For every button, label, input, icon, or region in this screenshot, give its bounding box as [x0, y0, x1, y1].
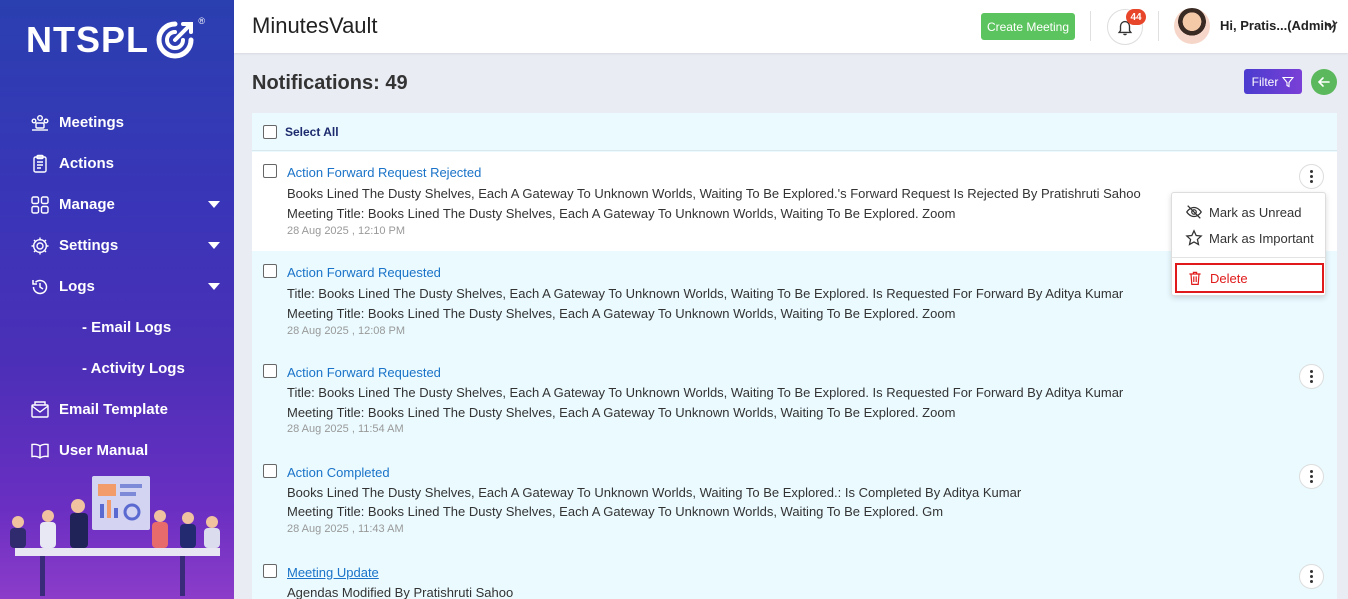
item-checkbox[interactable] — [263, 364, 277, 378]
select-all-checkbox[interactable] — [263, 124, 277, 139]
sidebar-item-label: Settings — [59, 237, 119, 254]
item-checkbox[interactable] — [263, 264, 277, 278]
menu-item-label: Mark as Important — [1209, 230, 1314, 246]
back-button[interactable] — [1311, 69, 1337, 95]
sidebar: NTSPL ® Meetings Actions Manage Settings… — [0, 0, 234, 599]
notification-message: Title: Books Lined The Dusty Shelves, Ea… — [287, 385, 1124, 400]
sidebar-item-activity-logs[interactable]: - Activity Logs — [0, 348, 234, 389]
chevron-down-icon[interactable] — [208, 283, 220, 290]
select-all-row: Select All — [252, 113, 1337, 151]
notification-context-menu: Mark as Unread Mark as Important Delete — [1171, 192, 1326, 296]
notification-title[interactable]: Action Completed — [287, 465, 390, 480]
more-vertical-icon — [1310, 470, 1313, 483]
clipboard-icon — [30, 154, 50, 174]
sidebar-item-label: Logs — [59, 278, 95, 295]
notification-timestamp: 28 Aug 2025 , 11:54 AM — [287, 423, 404, 435]
sidebar-item-manage[interactable]: Manage — [0, 184, 234, 225]
registered-mark: ® — [198, 16, 206, 26]
ntspl-logo[interactable]: NTSPL ® — [26, 16, 205, 62]
logo-text: NTSPL — [26, 19, 150, 60]
gear-icon — [30, 236, 50, 256]
notification-message: Title: Books Lined The Dusty Shelves, Ea… — [287, 286, 1124, 301]
notification-timestamp: 28 Aug 2025 , 11:43 AM — [287, 523, 404, 535]
chevron-down-icon[interactable] — [208, 201, 220, 208]
notification-title[interactable]: Action Forward Requested — [287, 365, 441, 380]
page-title: Notifications: 49 — [252, 72, 408, 94]
notification-title[interactable]: Action Forward Request Rejected — [287, 165, 481, 180]
filter-icon — [1282, 76, 1295, 87]
mark-unread-menu-item[interactable]: Mark as Unread — [1172, 199, 1325, 225]
more-options-button[interactable] — [1299, 164, 1324, 189]
sidebar-item-label: - Email Logs — [82, 319, 172, 336]
notification-meeting-title: Meeting Title: Books Lined The Dusty She… — [287, 206, 956, 221]
divider — [1158, 11, 1159, 41]
book-icon — [30, 441, 50, 461]
user-greeting[interactable]: Hi, Pratis...(Admin) — [1220, 18, 1336, 33]
menu-item-label: Delete — [1210, 270, 1248, 286]
divider — [1090, 11, 1091, 41]
notification-message: Books Lined The Dusty Shelves, Each A Ga… — [287, 485, 1022, 500]
notification-list: Select All Action Forward Request Reject… — [252, 113, 1337, 599]
notification-meeting-title: Meeting Title: Books Lined The Dusty She… — [287, 405, 956, 420]
list-item[interactable]: Meeting Update Agendas Modified By Prati… — [252, 552, 1337, 599]
list-item[interactable]: Action Forward Requested Title: Books Li… — [252, 352, 1337, 451]
item-checkbox[interactable] — [263, 464, 277, 478]
chevron-down-icon[interactable] — [1324, 20, 1338, 30]
filter-button[interactable]: Filter — [1244, 69, 1302, 94]
sidebar-item-email-logs[interactable]: - Email Logs — [0, 307, 234, 348]
sidebar-item-email-template[interactable]: Email Template — [0, 389, 234, 430]
trash-icon — [1185, 268, 1205, 288]
delete-menu-item[interactable]: Delete — [1175, 263, 1324, 293]
notification-meeting-title: Meeting Title: Books Lined The Dusty She… — [287, 306, 956, 321]
more-vertical-icon — [1310, 570, 1313, 583]
eye-off-icon — [1184, 202, 1204, 222]
item-checkbox[interactable] — [263, 564, 277, 578]
filter-label: Filter — [1251, 74, 1279, 89]
notification-count-badge: 44 — [1126, 9, 1146, 25]
notification-meeting-title: Meeting Title: Books Lined The Dusty She… — [287, 504, 944, 519]
sidebar-item-label: - Activity Logs — [82, 360, 185, 377]
top-bar: MinutesVault Create Meeting 44 Hi, Prati… — [234, 0, 1348, 53]
sidebar-item-label: Meetings — [59, 114, 125, 131]
more-options-button[interactable] — [1299, 564, 1324, 589]
create-meeting-button[interactable]: Create Meeting — [981, 13, 1075, 40]
sidebar-nav: Meetings Actions Manage Settings Logs - … — [0, 102, 234, 471]
select-all-label[interactable]: Select All — [285, 125, 339, 139]
logo-arrow-icon: ® — [153, 16, 205, 62]
app-title: MinutesVault — [252, 13, 378, 38]
notification-message: Agendas Modified By Pratishruti Sahoo — [287, 585, 514, 599]
chevron-down-icon[interactable] — [208, 242, 220, 249]
history-icon — [30, 277, 50, 297]
notification-timestamp: 28 Aug 2025 , 12:10 PM — [287, 225, 406, 237]
sidebar-item-actions[interactable]: Actions — [0, 143, 234, 184]
mark-important-menu-item[interactable]: Mark as Important — [1172, 225, 1325, 251]
mail-icon — [30, 400, 50, 420]
meeting-illustration — [10, 476, 220, 596]
arrow-left-icon — [1317, 77, 1330, 87]
menu-item-label: Mark as Unread — [1209, 204, 1302, 220]
more-options-button[interactable] — [1299, 464, 1324, 489]
menu-divider — [1172, 257, 1325, 258]
notification-title[interactable]: Action Forward Requested — [287, 265, 441, 280]
sidebar-item-label: Actions — [59, 155, 115, 172]
more-options-button[interactable] — [1299, 364, 1324, 389]
sidebar-item-user-manual[interactable]: User Manual — [0, 430, 234, 471]
list-item[interactable]: Action Completed Books Lined The Dusty S… — [252, 452, 1337, 551]
sidebar-item-label: Manage — [59, 196, 115, 213]
sidebar-item-label: Email Template — [59, 401, 168, 418]
sidebar-item-logs[interactable]: Logs — [0, 266, 234, 307]
notification-timestamp: 28 Aug 2025 , 12:08 PM — [287, 325, 406, 337]
more-vertical-icon — [1310, 370, 1313, 383]
meetings-icon — [30, 113, 50, 133]
sidebar-item-label: User Manual — [59, 442, 149, 459]
notification-message: Books Lined The Dusty Shelves, Each A Ga… — [287, 186, 1141, 201]
sidebar-item-settings[interactable]: Settings — [0, 225, 234, 266]
more-vertical-icon — [1310, 170, 1313, 183]
sidebar-item-meetings[interactable]: Meetings — [0, 102, 234, 143]
item-checkbox[interactable] — [263, 164, 277, 178]
notification-title[interactable]: Meeting Update — [287, 565, 379, 580]
star-icon — [1184, 228, 1204, 248]
grid-icon — [30, 195, 50, 215]
avatar[interactable] — [1174, 8, 1210, 44]
